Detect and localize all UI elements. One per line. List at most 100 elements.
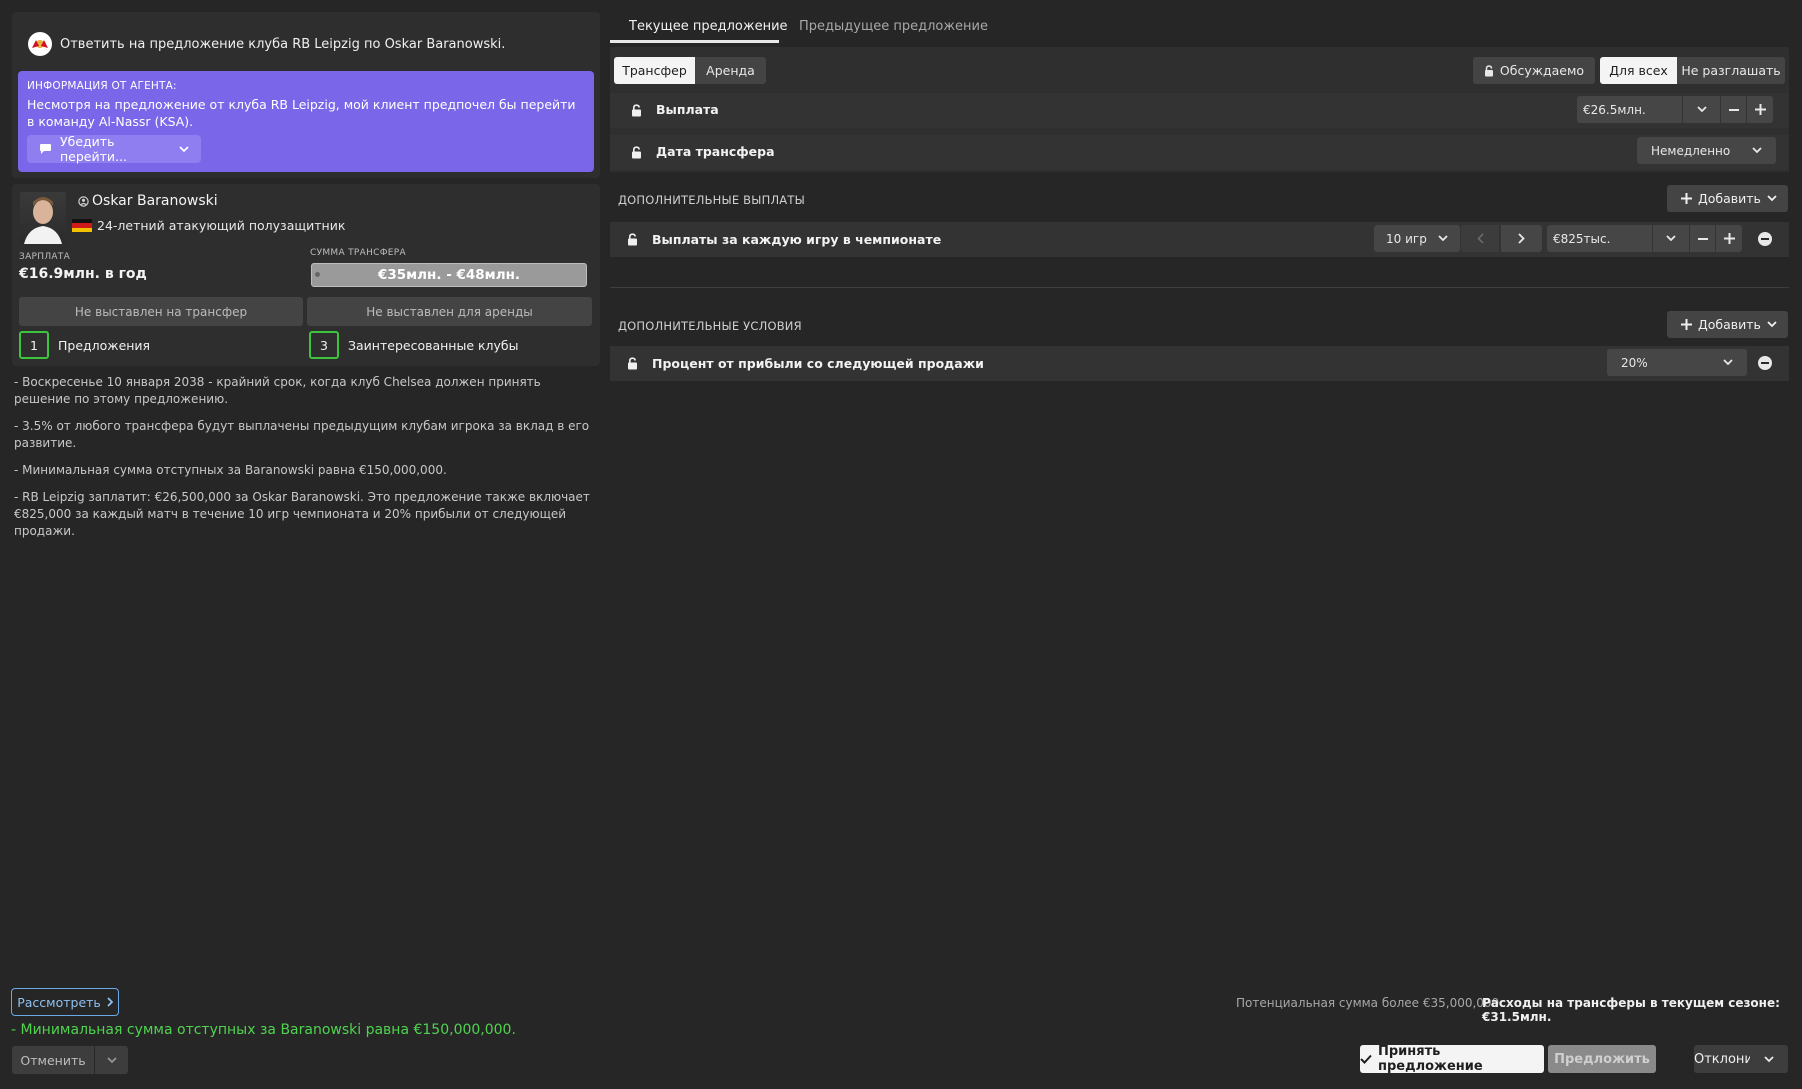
note-offer-summary: - RB Leipzig заплатит: €26,500,000 за Os… (14, 490, 590, 538)
payment-amount-value: €26.5млн. (1583, 102, 1646, 117)
payment-amount-input[interactable]: €26.5млн. (1577, 96, 1682, 123)
loan-status-button[interactable]: Не выставлен для аренды (307, 297, 592, 326)
loan-status-label: Не выставлен для аренды (366, 304, 533, 319)
speech-bubble-icon (39, 143, 52, 155)
payment-increase-button[interactable] (1747, 96, 1773, 123)
private-button[interactable]: Не разглашать (1677, 57, 1785, 84)
remove-appearance-fee-icon[interactable] (1758, 232, 1772, 246)
add-extra-condition-label: Добавить (1698, 317, 1761, 332)
review-button[interactable]: Рассмотреть (11, 988, 119, 1016)
chevron-down-icon (1666, 235, 1676, 242)
add-extra-payment-button[interactable]: Добавить (1667, 185, 1788, 212)
appearance-fee-amount-input[interactable]: €825тыс. (1547, 225, 1652, 252)
agent-info-label: ИНФОРМАЦИЯ ОТ АГЕНТА: (27, 80, 177, 92)
type-loan-label: Аренда (706, 63, 755, 78)
type-transfer-button[interactable]: Трансфер (614, 57, 695, 84)
fee-label: СУММА ТРАНСФЕРА (310, 248, 406, 258)
propose-button[interactable]: Предложить (1548, 1045, 1656, 1073)
add-extra-condition-button[interactable]: Добавить (1667, 311, 1788, 338)
appearance-fee-increase-button[interactable] (1716, 225, 1742, 252)
transfer-date-row (610, 135, 1789, 170)
player-description-row: 24-летний атакующий полузащитник (72, 218, 345, 233)
salary-label: ЗАРПЛАТА (19, 252, 71, 262)
payment-dropdown-button[interactable] (1683, 96, 1720, 123)
minus-icon (1697, 237, 1708, 240)
salary-value: €16.9млн. в год (19, 266, 147, 282)
potential-amount: Потенциальная сумма более €35,000,000 (1236, 996, 1500, 1010)
offers-count-badge[interactable]: 1 (19, 331, 49, 359)
offer-notes: - Воскресенье 10 января 2038 - крайний с… (14, 374, 598, 550)
lock-icon[interactable] (631, 104, 642, 117)
persuade-label: Убедить перейти... (60, 134, 127, 164)
chevron-down-icon (179, 145, 189, 153)
lock-icon (1484, 64, 1494, 77)
agent-info-box: ИНФОРМАЦИЯ ОТ АГЕНТА: Несмотря на предло… (18, 71, 594, 172)
review-label: Рассмотреть (17, 994, 101, 1010)
offer-title: Ответить на предложение клуба RB Leipzig… (60, 36, 506, 52)
cancel-label: Отменить (20, 1052, 86, 1068)
offer-header-card: Ответить на предложение клуба RB Leipzig… (12, 12, 600, 178)
offers-label[interactable]: Предложения (58, 338, 150, 353)
chevron-down-icon (1723, 359, 1733, 366)
person-icon (78, 195, 89, 207)
offer-title-row: Ответить на предложение клуба RB Leipzig… (28, 32, 505, 56)
chevron-down-icon (106, 1056, 117, 1064)
cancel-dropdown-button[interactable] (95, 1046, 128, 1074)
accept-offer-label: Принять предложение (1378, 1044, 1483, 1074)
unlock-icon[interactable] (627, 233, 638, 246)
clubs-count-badge[interactable]: 3 (309, 331, 339, 359)
appearance-fee-decrease-button[interactable] (1690, 225, 1715, 252)
chevron-down-icon (1767, 195, 1777, 202)
reject-button[interactable]: Отклонить (1694, 1045, 1768, 1073)
accept-offer-button[interactable]: Принять предложение (1360, 1044, 1544, 1074)
offers-count: 1 (30, 337, 38, 353)
lock-icon[interactable] (631, 146, 642, 159)
germany-flag-icon (72, 219, 92, 232)
rb-leipzig-logo-icon (28, 32, 52, 56)
section-divider (610, 287, 1789, 288)
chevron-right-icon (1518, 233, 1525, 244)
public-button[interactable]: Для всех (1600, 57, 1677, 84)
plus-icon (1754, 104, 1766, 115)
unlock-icon[interactable] (627, 357, 638, 370)
type-loan-button[interactable]: Аренда (695, 57, 766, 84)
player-name: Oskar Baranowski (92, 193, 218, 209)
clubs-count: 3 (320, 337, 328, 353)
sell-on-percent-dropdown[interactable]: 20% (1607, 349, 1747, 376)
remove-sell-on-clause-icon[interactable] (1758, 356, 1772, 370)
payment-decrease-button[interactable] (1721, 96, 1746, 123)
games-next-button[interactable] (1501, 225, 1542, 252)
chevron-right-icon (107, 997, 113, 1007)
cancel-button[interactable]: Отменить (12, 1046, 94, 1074)
appearance-fee-dropdown-button[interactable] (1653, 225, 1689, 252)
games-prev-button[interactable] (1461, 225, 1499, 252)
transfer-date-dropdown[interactable]: Немедленно (1637, 137, 1776, 164)
games-count-dropdown[interactable]: 10 игр (1374, 225, 1460, 252)
payment-label: Выплата (656, 102, 719, 117)
active-tab-indicator (610, 40, 779, 43)
plus-icon (1681, 319, 1692, 330)
tab-current-offer[interactable]: Текущее предложение (629, 19, 788, 34)
chevron-left-icon (1476, 233, 1484, 244)
reject-dropdown-button[interactable] (1750, 1045, 1788, 1073)
extra-conditions-label: ДОПОЛНИТЕЛЬНЫЕ УСЛОВИЯ (618, 319, 802, 333)
private-label: Не разглашать (1681, 63, 1781, 78)
player-card: Oskar Baranowski 24-летний атакующий пол… (12, 184, 600, 366)
player-name-row[interactable]: Oskar Baranowski (78, 193, 218, 209)
chevron-down-icon (1438, 235, 1448, 242)
negotiable-label: Обсуждаемо (1499, 63, 1585, 78)
games-count-value: 10 игр (1386, 231, 1427, 246)
plus-icon (1723, 233, 1735, 244)
extra-payments-label: ДОПОЛНИТЕЛЬНЫЕ ВЫПЛАТЫ (618, 193, 805, 207)
clubs-label[interactable]: Заинтересованные клубы (348, 338, 519, 353)
transfer-status-button[interactable]: Не выставлен на трансфер (19, 297, 303, 326)
chevron-down-icon (1752, 147, 1762, 154)
fee-value: €35млн. - €48млн. (377, 267, 521, 283)
tab-previous-offer[interactable]: Предыдущее предложение (799, 19, 988, 34)
add-extra-payment-label: Добавить (1698, 191, 1761, 206)
season-transfer-expenses: Расходы на трансферы в текущем сезоне: €… (1482, 996, 1780, 1024)
persuade-button[interactable]: Убедить перейти... (27, 134, 201, 164)
negotiable-button[interactable]: Обсуждаемо (1473, 57, 1595, 84)
fee-range-bar: €35млн. - €48млн. (311, 263, 587, 287)
public-label: Для всех (1609, 63, 1668, 78)
